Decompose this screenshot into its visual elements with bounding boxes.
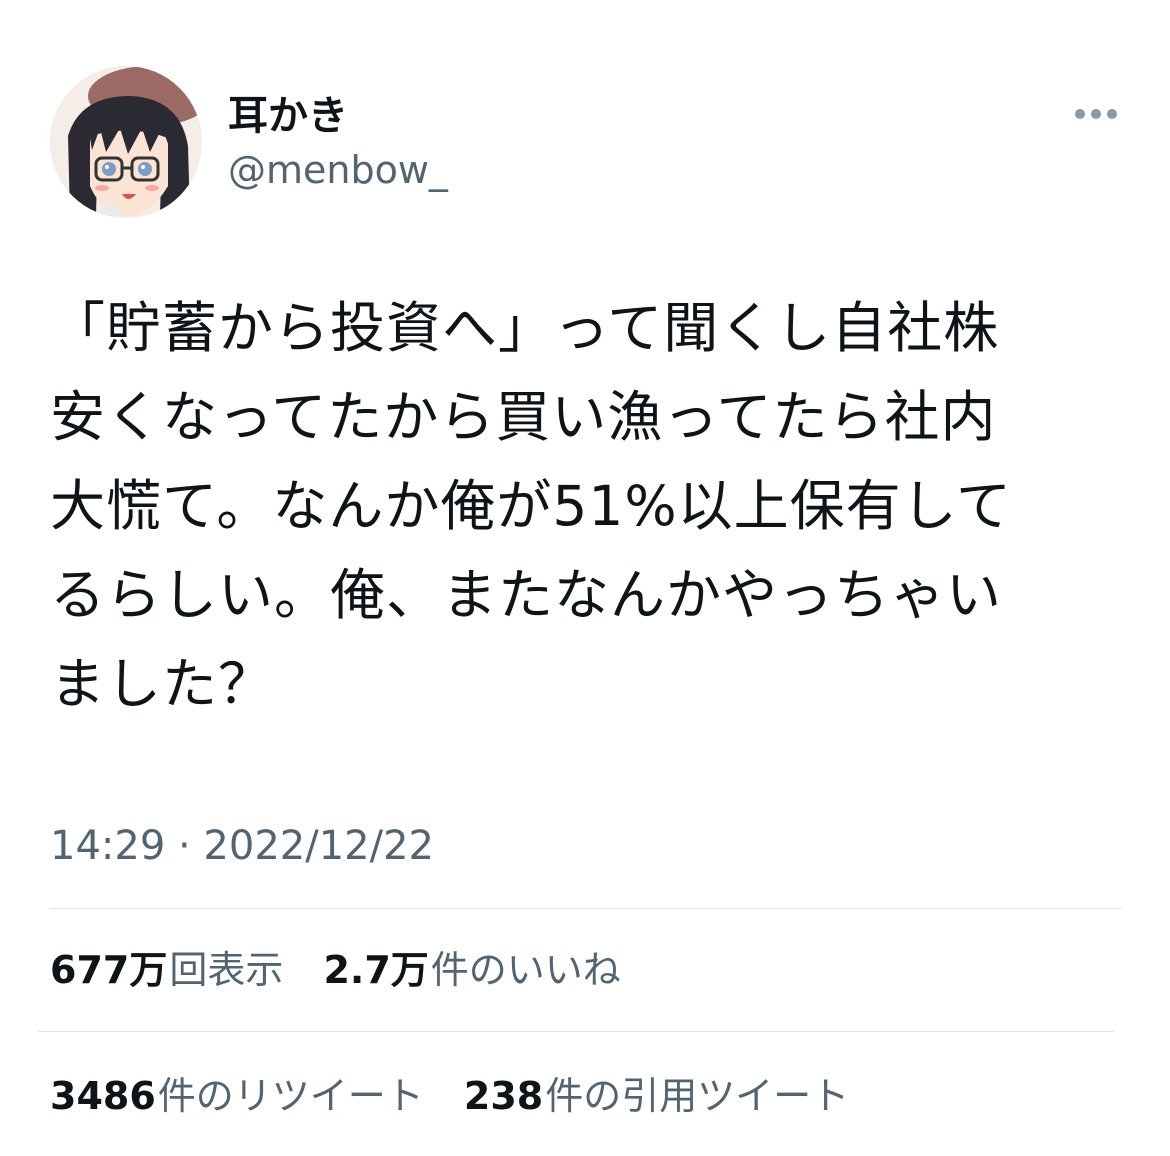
tweet-text-line: 安くなってたから買い漁ってたら社内 [50,385,997,449]
user-avatar-icon[interactable] [50,66,202,218]
views-count: 677万 [50,948,168,992]
views-label: 回表示 [169,948,284,992]
tweet-text-line: るらしい。俺、またなんかやっちゃい [50,563,1003,627]
quotes-stat[interactable]: 238件の引用ツイート [464,1071,849,1121]
tweet-detail: 耳かき @menbow_ 「貯蓄から投資へ」って聞くし自社株 安くなってたから買… [0,0,1170,1156]
stats-row-views-likes: 677万回表示 2.7万件のいいね [50,945,649,995]
more-dot [1075,109,1085,119]
more-dot [1091,109,1101,119]
more-horizontal-icon[interactable] [1068,96,1124,132]
tweet-text-line: ました？ [50,652,275,716]
likes-stat[interactable]: 2.7万件のいいね [323,945,620,995]
divider [50,908,1122,909]
user-handle[interactable]: @menbow_ [228,146,448,194]
likes-label: 件のいいね [430,948,621,992]
divider [38,1031,1114,1032]
user-display-name[interactable]: 耳かき [228,90,348,142]
tweet-timestamp[interactable]: 14:29 · 2022/12/22 [50,820,434,872]
quotes-count: 238 [463,1074,544,1118]
retweets-stat[interactable]: 3486件のリツイート [50,1071,424,1121]
quotes-label: 件の引用ツイート [545,1074,850,1118]
tweet-text: 「貯蓄から投資へ」って聞くし自社株 安くなってたから買い漁ってたら社内 大慌て。… [50,284,1140,729]
tweet-text-line: 「貯蓄から投資へ」って聞くし自社株 [50,296,1000,360]
stats-row-retweets-quotes: 3486件のリツイート 238件の引用ツイート [50,1071,877,1121]
tweet-text-line: 大慌て。なんか俺が51%以上保有して [50,474,1012,538]
more-dot [1107,109,1117,119]
retweets-label: 件のリツイート [157,1074,424,1118]
views-stat[interactable]: 677万回表示 [50,945,283,995]
retweets-count: 3486 [50,1074,156,1118]
likes-count: 2.7万 [323,948,429,992]
